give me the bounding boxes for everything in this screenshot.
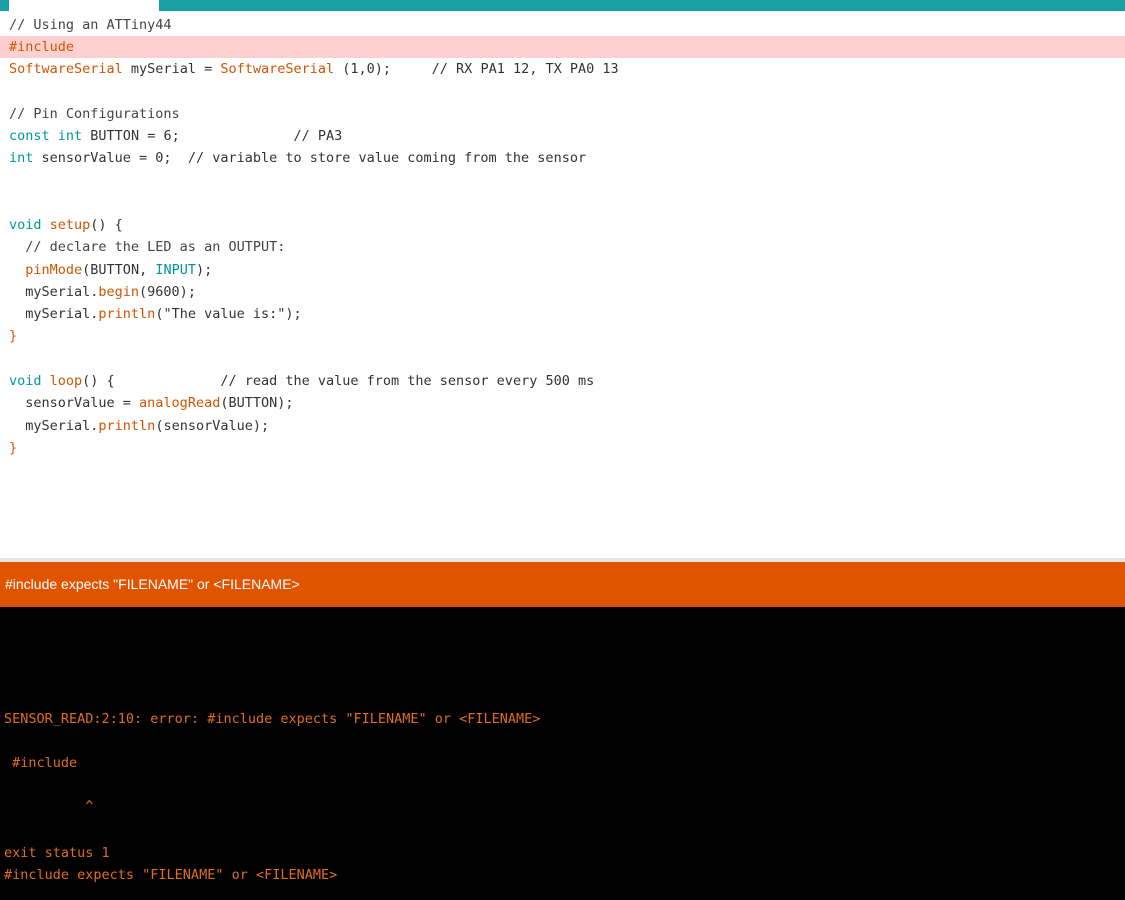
keyword-int: int xyxy=(9,150,34,166)
code-text: (sensorValue); xyxy=(155,418,270,434)
keyword-void: void xyxy=(9,217,42,233)
code-line-5: // Pin Configurations xyxy=(9,106,180,122)
tab-sensor-read[interactable] xyxy=(9,0,159,11)
code-line-20: } xyxy=(9,440,18,456)
function-println: println xyxy=(98,418,156,434)
output-console[interactable]: SENSOR_READ:2:10: error: #include expect… xyxy=(0,607,1125,900)
function-pinmode: pinMode xyxy=(25,262,83,278)
keyword-int: int xyxy=(57,128,83,144)
keyword-const: const xyxy=(9,128,50,144)
code-line-13: mySerial.begin(9600); xyxy=(9,281,1125,303)
code-text: (1,0); // RX PA1 12, TX PA0 13 xyxy=(334,61,619,77)
code-line-6: const int BUTTON = 6; // PA3 xyxy=(9,125,1125,147)
tab-bar xyxy=(0,0,1125,11)
console-error-line: SENSOR_READ:2:10: error: #include expect… xyxy=(4,711,541,727)
code-text: ("The value is:"); xyxy=(155,306,302,322)
code-text: () { xyxy=(90,217,123,233)
ctor-softwareserial: SoftwareSerial xyxy=(220,61,335,77)
function-loop: loop xyxy=(49,373,83,389)
type-softwareserial: SoftwareSerial xyxy=(9,61,123,77)
console-caret-line: ^ xyxy=(4,798,94,814)
code-line-1: // Using an ATTiny44 xyxy=(9,17,172,33)
code-text: mySerial. xyxy=(9,306,99,322)
code-text: ); xyxy=(195,262,213,278)
code-line-19: mySerial.println(sensorValue); xyxy=(9,415,1125,437)
code-text: sensorValue = xyxy=(9,395,140,411)
console-source-line: #include xyxy=(4,755,78,771)
code-editor[interactable]: // Using an ATTiny44 #include SoftwareSe… xyxy=(0,11,1125,558)
code-line-12: pinMode(BUTTON, INPUT); xyxy=(9,259,1125,281)
code-line-2-error: #include xyxy=(0,36,1125,58)
code-text: (9600); xyxy=(139,284,196,300)
code-text: mySerial = xyxy=(122,61,221,77)
code-line-10: void setup() { xyxy=(9,214,1125,236)
code-text: mySerial. xyxy=(9,284,99,300)
code-line-17: void loop() { // read the value from the… xyxy=(9,370,1125,392)
include-directive: #include xyxy=(9,39,75,55)
code-text: (BUTTON, xyxy=(82,262,156,278)
code-text: (BUTTON); xyxy=(220,395,294,411)
code-text: mySerial. xyxy=(9,418,99,434)
function-println: println xyxy=(98,306,156,322)
code-text: BUTTON = 6; // PA3 xyxy=(82,128,343,144)
keyword-void: void xyxy=(9,373,42,389)
code-line-3: SoftwareSerial mySerial = SoftwareSerial… xyxy=(9,58,1125,80)
function-begin: begin xyxy=(98,284,140,300)
code-text: sensorValue = 0; // variable to store va… xyxy=(33,150,587,166)
function-setup: setup xyxy=(49,217,91,233)
console-exit-status: exit status 1 xyxy=(4,845,110,861)
function-analogread: analogRead xyxy=(139,395,221,411)
constant-input: INPUT xyxy=(155,262,196,278)
code-line-11: // declare the LED as an OUTPUT: xyxy=(9,239,286,255)
code-line-7: int sensorValue = 0; // variable to stor… xyxy=(9,147,1125,169)
console-error-summary: #include expects "FILENAME" or <FILENAME… xyxy=(4,867,338,883)
error-status-bar: #include expects "FILENAME" or <FILENAME… xyxy=(0,562,1125,607)
code-text: () { // read the value from the sensor e… xyxy=(82,373,595,389)
code-line-14: mySerial.println("The value is:"); xyxy=(9,303,1125,325)
code-line-15: } xyxy=(9,328,18,344)
code-line-18: sensorValue = analogRead(BUTTON); xyxy=(9,392,1125,414)
